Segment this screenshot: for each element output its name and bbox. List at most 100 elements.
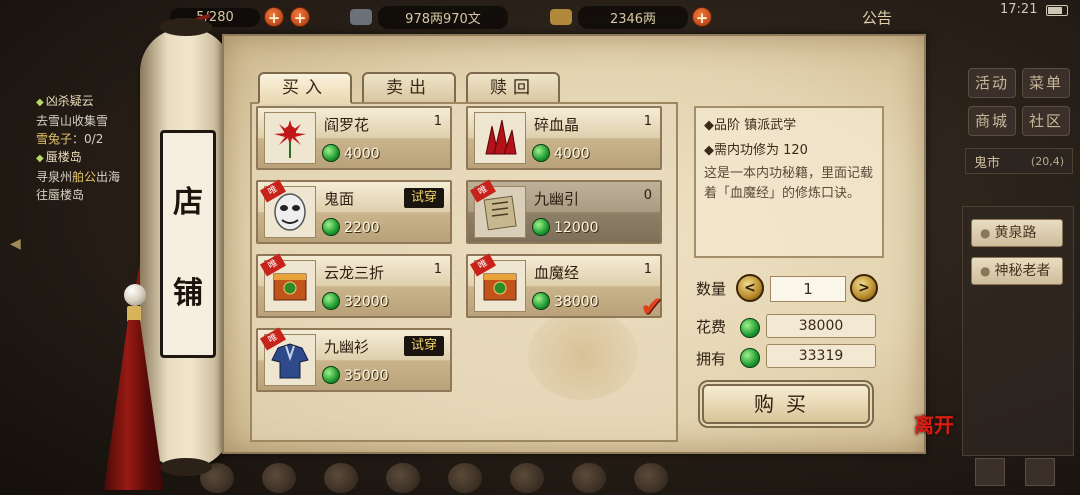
npc-button-1[interactable]: ● 黄泉路 xyxy=(971,219,1063,247)
location-name: 鬼市 xyxy=(974,155,1001,171)
collapse-arrow-icon[interactable]: ◀ xyxy=(10,236,21,252)
quest-1-title: 凶杀疑云 xyxy=(45,94,94,108)
item-description: 这是一本内功秘籍，里面记载着「血魔经」的修炼口诀。 xyxy=(704,166,874,201)
jade-coin-icon xyxy=(322,292,340,310)
quest-2-title: 蜃楼岛 xyxy=(45,150,82,164)
try-on-button[interactable]: 试穿 xyxy=(404,188,444,208)
npc-button-2[interactable]: ● 神秘老者 xyxy=(971,257,1063,285)
item-qty: 1 xyxy=(643,262,652,277)
blood-crystal-icon xyxy=(474,112,526,164)
buy-button[interactable]: 购买 xyxy=(702,384,870,424)
tab-sell[interactable]: 卖出 xyxy=(362,72,456,104)
bag-add-button[interactable]: + xyxy=(264,7,284,27)
person-icon: ● xyxy=(980,264,991,278)
gang-icon[interactable] xyxy=(448,462,482,493)
red-flower-icon xyxy=(264,112,316,164)
jade-coin-icon xyxy=(322,218,340,236)
npc-panel: ● 黄泉路 ● 神秘老者 xyxy=(962,206,1074,456)
item-detail-panel: ◆品阶 镇派武学 ◆需内功修为 120 这是一本内功秘籍，里面记载着「血魔经」的… xyxy=(694,106,884,258)
quest-2-text-b: 出海 xyxy=(96,170,121,184)
copper-add-button[interactable]: + xyxy=(290,7,310,27)
bag-icon[interactable] xyxy=(262,462,296,493)
quest-2-npc: 舶公 xyxy=(72,170,97,184)
cost-label: 花费 xyxy=(696,318,727,336)
item-price: 38000 xyxy=(554,294,599,310)
copper-resource: 978两970文 xyxy=(350,5,508,29)
qty-input[interactable]: 1 xyxy=(770,276,846,302)
shop-item[interactable]: 唯 云龙三折 1 32000 xyxy=(256,253,452,318)
quest-1[interactable]: ◆ 凶杀疑云 xyxy=(36,92,146,112)
menu-button[interactable]: 菜单 xyxy=(1022,68,1070,98)
shop-item[interactable]: 唯 九幽引 0 12000 xyxy=(466,179,662,244)
item-name: 碎血晶 xyxy=(534,116,580,134)
item-qty: 1 xyxy=(433,262,442,277)
sect-icon[interactable] xyxy=(386,462,420,493)
item-price: 35000 xyxy=(344,368,389,384)
location-box[interactable]: 鬼市 (20,4) xyxy=(965,148,1073,174)
leave-button[interactable]: 离开 xyxy=(914,414,954,436)
quest-tracker[interactable]: ◆ 凶杀疑云 去雪山收集雪 雪兔子：0/2 ◆ 蜃楼岛 寻泉州舶公出海 往蜃楼岛 xyxy=(36,92,146,204)
item-price: 32000 xyxy=(344,294,389,310)
bottom-menu-bar xyxy=(200,460,780,495)
martial-icon[interactable] xyxy=(324,462,358,493)
silver-value: 2346两 xyxy=(578,5,688,29)
shop-item[interactable]: 唯 鬼面 试穿 2200 xyxy=(256,179,452,244)
item-name: 血魔经 xyxy=(534,264,580,282)
item-name: 云龙三折 xyxy=(324,264,385,282)
shop-item[interactable]: 阎罗花 1 4000 xyxy=(256,106,452,170)
shop-sign-char-1: 店 xyxy=(173,184,203,220)
jade-coin-icon xyxy=(740,318,760,338)
shop-item[interactable]: 碎血晶 1 4000 xyxy=(466,106,662,170)
quest-1-line1: 去雪山收集雪 xyxy=(36,114,109,128)
battery-icon xyxy=(1046,5,1068,16)
scroll-rod-cap-bottom xyxy=(160,458,212,476)
journal-icon[interactable] xyxy=(572,462,606,493)
item-name: 鬼面 xyxy=(324,190,355,208)
npc-1-label: 黄泉路 xyxy=(994,225,1037,241)
own-label: 拥有 xyxy=(696,350,727,368)
item-qty: 0 xyxy=(643,188,652,203)
copper-value: 978两970文 xyxy=(378,5,508,29)
selected-check-icon: ✔ xyxy=(640,290,664,323)
shop-sign-char-2: 铺 xyxy=(173,275,203,311)
diamond-icon: ◆ xyxy=(36,153,44,164)
try-on-button[interactable]: 试穿 xyxy=(404,336,444,356)
jade-coin-icon xyxy=(740,348,760,368)
item-qty: 1 xyxy=(643,114,652,129)
item-name: 阎罗花 xyxy=(324,116,370,134)
diamond-icon: ◆ xyxy=(36,97,44,108)
qty-decrease-button[interactable]: < xyxy=(736,274,764,302)
silver-add-button[interactable]: + xyxy=(692,7,712,27)
quest-2[interactable]: ◆ 蜃楼岛 xyxy=(36,148,146,168)
tab-redeem[interactable]: 赎回 xyxy=(466,72,560,104)
skill-icon[interactable] xyxy=(510,462,544,493)
tab-buy[interactable]: 买入 xyxy=(258,72,352,104)
sack-watermark xyxy=(528,310,638,400)
shop-item[interactable]: 唯 血魔经 1 38000 xyxy=(466,253,662,318)
location-coords: (20,4) xyxy=(1030,154,1064,168)
gold-ingot-icon xyxy=(550,9,572,25)
activity-button[interactable]: 活动 xyxy=(968,68,1016,98)
scroll-rod-cap-top xyxy=(160,18,212,36)
jade-coin-icon xyxy=(322,144,340,162)
shop-sign: 店 铺 xyxy=(160,130,216,358)
cost-value: 38000 xyxy=(766,314,876,338)
jade-coin-icon xyxy=(532,292,550,310)
mall-button[interactable]: 商城 xyxy=(968,106,1016,136)
quest-2-line2: 往蜃楼岛 xyxy=(36,188,85,202)
map-icon[interactable] xyxy=(634,462,668,493)
item-requirement: ◆需内功修为 120 xyxy=(704,143,808,158)
quest-1-line2: 雪兔子：0/2 xyxy=(36,130,146,148)
corner-button-right[interactable] xyxy=(1025,458,1055,486)
community-button[interactable]: 社区 xyxy=(1022,106,1070,136)
item-qty: 1 xyxy=(433,114,442,129)
notice-button[interactable]: 公告 xyxy=(862,7,892,28)
npc-2-label: 神秘老者 xyxy=(994,263,1051,279)
item-price: 4000 xyxy=(554,146,590,162)
shop-item[interactable]: 唯 九幽衫 试穿 35000 xyxy=(256,327,452,392)
corner-button-left[interactable] xyxy=(975,458,1005,486)
tassel-knot xyxy=(127,306,141,322)
status-clock: 17:21 xyxy=(1000,2,1038,17)
qty-increase-button[interactable]: > xyxy=(850,274,878,302)
item-price: 4000 xyxy=(344,146,380,162)
